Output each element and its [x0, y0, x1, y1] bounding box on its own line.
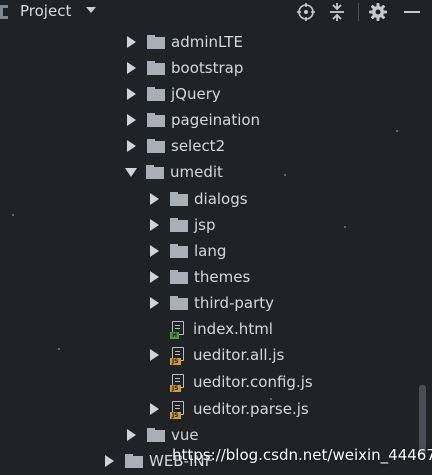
chevron-down-icon[interactable]	[86, 7, 96, 13]
tree-item-ueditor-all-js[interactable]: JS ueditor.all.js	[150, 342, 284, 368]
tree-item-label: dialogs	[194, 190, 248, 208]
html-file-icon: H	[170, 321, 186, 339]
chevron-right-icon[interactable]	[150, 297, 159, 309]
js-file-icon: JS	[170, 401, 186, 419]
folder-icon	[146, 165, 164, 179]
chevron-right-icon[interactable]	[105, 455, 114, 467]
chevron-right-icon[interactable]	[150, 245, 159, 257]
folder-icon	[170, 296, 188, 310]
tree-item-jquery[interactable]: jQuery	[127, 81, 221, 107]
tree-item-label: lang	[194, 242, 227, 260]
tree-item-vue[interactable]: vue	[127, 422, 199, 448]
tree-item-third-party[interactable]: third-party	[150, 290, 274, 316]
tree-item-themes[interactable]: themes	[150, 264, 250, 290]
chevron-right-icon[interactable]	[150, 193, 159, 205]
tree-item-label: bootstrap	[171, 59, 244, 77]
tree-item-label: umedit	[170, 163, 223, 181]
tree-item-label: ueditor.parse.js	[193, 400, 309, 418]
tree-item-label: ueditor.config.js	[193, 373, 313, 391]
tree-item-label: index.html	[193, 320, 273, 338]
folder-icon	[125, 454, 143, 468]
tree-item-label: jsp	[194, 216, 216, 234]
folder-icon	[170, 244, 188, 258]
tree-item-dialogs[interactable]: dialogs	[150, 186, 248, 212]
tree-item-label: themes	[194, 268, 251, 286]
tree-item-bootstrap[interactable]: bootstrap	[127, 55, 243, 81]
tree-item-label: adminLTE	[171, 33, 243, 51]
background-star	[396, 130, 398, 132]
project-icon	[0, 5, 8, 19]
tree-item-label: ueditor.all.js	[193, 346, 285, 364]
chevron-right-icon[interactable]	[150, 403, 159, 415]
background-star	[344, 226, 346, 228]
folder-icon	[170, 218, 188, 232]
panel-header: Project	[0, 0, 432, 26]
tree-item-label: third-party	[194, 294, 275, 312]
folder-icon	[170, 192, 188, 206]
tree-item-label: pageination	[171, 111, 261, 129]
chevron-right-icon[interactable]	[127, 62, 136, 74]
background-star	[12, 214, 14, 216]
chevron-right-icon[interactable]	[127, 36, 136, 48]
gear-icon[interactable]	[368, 2, 388, 22]
folder-icon	[147, 87, 165, 101]
tree-item-umedit[interactable]: umedit	[125, 159, 223, 185]
chevron-right-icon[interactable]	[127, 114, 136, 126]
tree-item-index-html[interactable]: H index.html	[150, 316, 273, 342]
tree-item-adminlte[interactable]: adminLTE	[127, 29, 243, 55]
chevron-right-icon[interactable]	[127, 88, 136, 100]
folder-icon	[147, 61, 165, 75]
folder-icon	[147, 113, 165, 127]
tree-item-lang[interactable]: lang	[150, 238, 226, 264]
project-panel: Project adminLTE bootstrap jQuery pagein…	[0, 0, 432, 475]
folder-icon	[170, 270, 188, 284]
chevron-down-icon[interactable]	[125, 167, 137, 177]
chevron-right-icon[interactable]	[150, 219, 159, 231]
folder-icon	[147, 428, 165, 442]
tree-item-label: vue	[171, 426, 199, 444]
folder-icon	[147, 35, 165, 49]
tree-item-pageination[interactable]: pageination	[127, 107, 260, 133]
tree-item-jsp[interactable]: jsp	[150, 212, 216, 238]
crosshair-icon[interactable]	[296, 2, 316, 22]
vertical-scrollbar[interactable]	[419, 385, 426, 455]
watermark: https://blog.csdn.net/weixin_44467251	[172, 446, 432, 464]
tree-item-select2[interactable]: select2	[127, 133, 225, 159]
tree-item-label: jQuery	[171, 85, 221, 103]
chevron-right-icon[interactable]	[127, 429, 136, 441]
chevron-right-icon[interactable]	[150, 349, 159, 361]
background-star	[284, 174, 286, 176]
minimize-icon[interactable]	[402, 2, 422, 22]
chevron-right-icon[interactable]	[150, 271, 159, 283]
tree-item-ueditor-parse-js[interactable]: JS ueditor.parse.js	[150, 396, 309, 422]
tree-item-ueditor-config-js[interactable]: JS ueditor.config.js	[150, 369, 313, 395]
background-star	[58, 348, 60, 350]
panel-title[interactable]: Project	[20, 2, 71, 20]
tree-item-label: select2	[171, 137, 226, 155]
folder-icon	[147, 139, 165, 153]
js-file-icon: JS	[170, 374, 186, 392]
collapse-icon[interactable]	[327, 2, 347, 22]
chevron-right-icon[interactable]	[127, 140, 136, 152]
header-divider	[358, 3, 359, 21]
js-file-icon: JS	[170, 347, 186, 365]
